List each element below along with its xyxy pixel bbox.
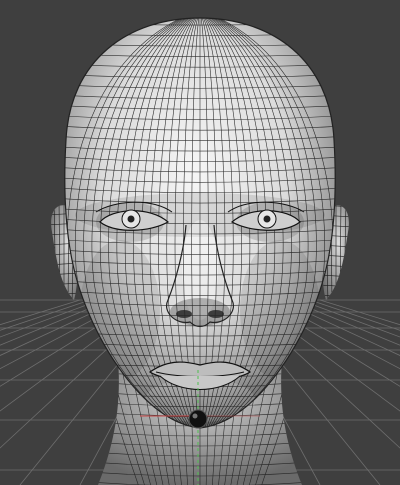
3d-viewport[interactable] bbox=[0, 0, 400, 485]
viewport-scene[interactable] bbox=[0, 0, 400, 485]
wire-latitude bbox=[322, 294, 349, 298]
wire-latitude bbox=[51, 292, 78, 296]
